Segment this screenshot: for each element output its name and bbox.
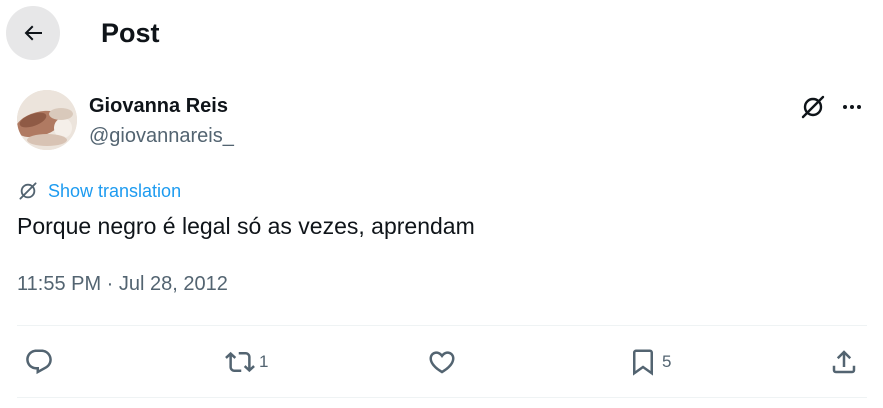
show-translation-link[interactable]: Show translation bbox=[17, 178, 181, 204]
author-handle[interactable]: @giovannareis_ bbox=[89, 124, 234, 148]
post-header: Post bbox=[0, 0, 883, 66]
bookmark-button[interactable]: 5 bbox=[628, 346, 671, 378]
grok-button[interactable] bbox=[797, 91, 829, 123]
like-button[interactable] bbox=[427, 346, 457, 378]
share-icon bbox=[832, 350, 856, 374]
avatar-image bbox=[17, 90, 77, 150]
avatar[interactable] bbox=[17, 90, 77, 150]
more-options-button[interactable] bbox=[836, 91, 868, 123]
repost-icon bbox=[225, 351, 255, 373]
grok-icon bbox=[19, 182, 37, 200]
more-dots-icon bbox=[843, 105, 861, 109]
post-text: Porque negro é legal só as vezes, aprend… bbox=[17, 213, 475, 239]
repost-button[interactable]: 1 bbox=[225, 346, 268, 378]
bookmark-icon bbox=[633, 349, 653, 376]
repost-count: 1 bbox=[259, 352, 269, 371]
divider bbox=[17, 325, 867, 326]
page-title: Post bbox=[101, 18, 160, 48]
reply-icon bbox=[26, 349, 52, 375]
arrow-left-icon bbox=[24, 25, 42, 41]
show-translation-label: Show translation bbox=[48, 181, 182, 201]
author-name[interactable]: Giovanna Reis bbox=[89, 94, 228, 118]
back-button[interactable] bbox=[6, 6, 60, 60]
bookmark-count: 5 bbox=[662, 352, 672, 371]
heart-icon bbox=[429, 351, 455, 374]
reply-button[interactable] bbox=[24, 346, 54, 378]
divider bbox=[17, 397, 867, 398]
grok-icon bbox=[801, 95, 825, 119]
post-timestamp[interactable]: 11:55 PM · Jul 28, 2012 bbox=[17, 271, 228, 297]
share-button[interactable] bbox=[829, 346, 859, 378]
